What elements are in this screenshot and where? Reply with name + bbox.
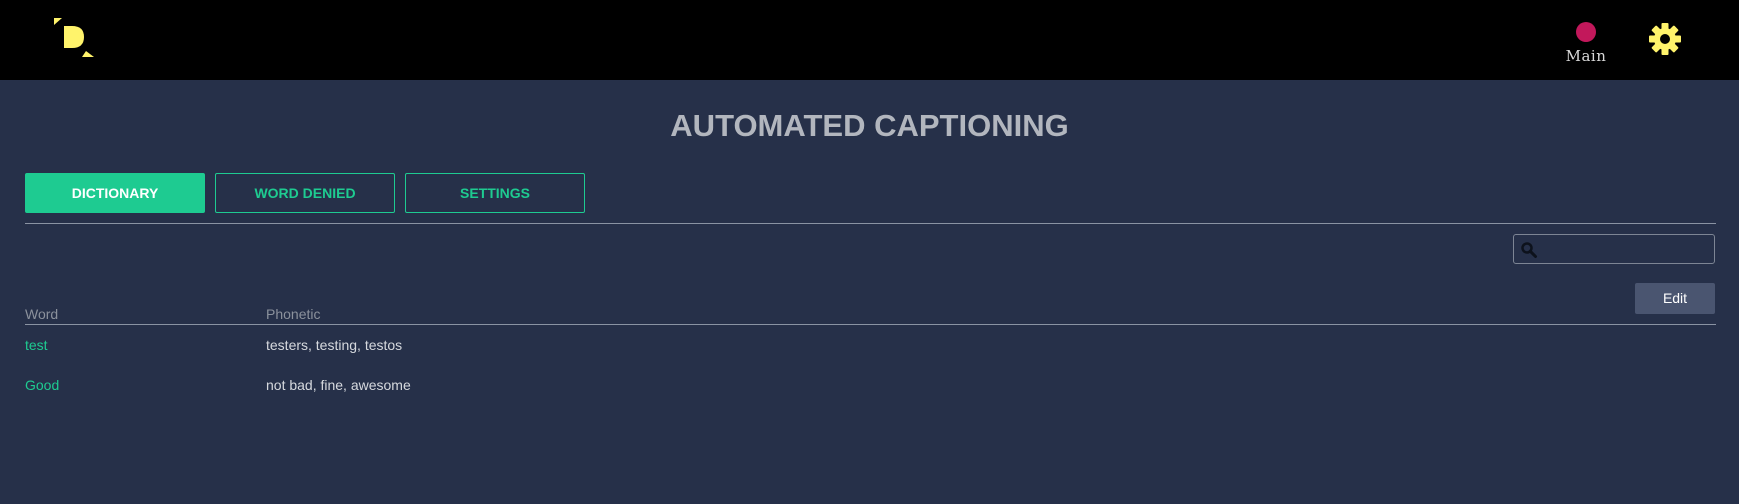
table-cell-phonetic: testers, testing, testos	[266, 337, 403, 353]
top-navbar: Main	[0, 0, 1739, 80]
tab-settings[interactable]: SETTINGS	[405, 173, 585, 213]
edit-button[interactable]: Edit	[1635, 283, 1715, 314]
table-header-divider	[25, 324, 1716, 325]
connection-status: Main	[1560, 20, 1612, 68]
table-cell-phonetic: not bad, fine, awesome	[266, 377, 411, 393]
page-title: AUTOMATED CAPTIONING	[670, 108, 1069, 143]
tab-dictionary[interactable]: DICTIONARY	[25, 173, 205, 213]
column-header-phonetic: Phonetic	[266, 306, 321, 322]
column-header-word: Word	[25, 306, 59, 322]
table-cell-word[interactable]: Good	[25, 377, 59, 393]
search-box[interactable]	[1513, 234, 1715, 264]
table-cell-word[interactable]: test	[25, 337, 48, 353]
d-logo-icon[interactable]	[52, 16, 98, 62]
status-label: Main	[1565, 47, 1607, 65]
status-indicator-dot	[1576, 22, 1596, 42]
search-input[interactable]	[1540, 237, 1710, 261]
tab-word-denied[interactable]: WORD DENIED	[215, 173, 395, 213]
gear-icon[interactable]	[1648, 22, 1682, 56]
search-icon	[1521, 242, 1537, 258]
tabs-divider	[25, 223, 1716, 224]
